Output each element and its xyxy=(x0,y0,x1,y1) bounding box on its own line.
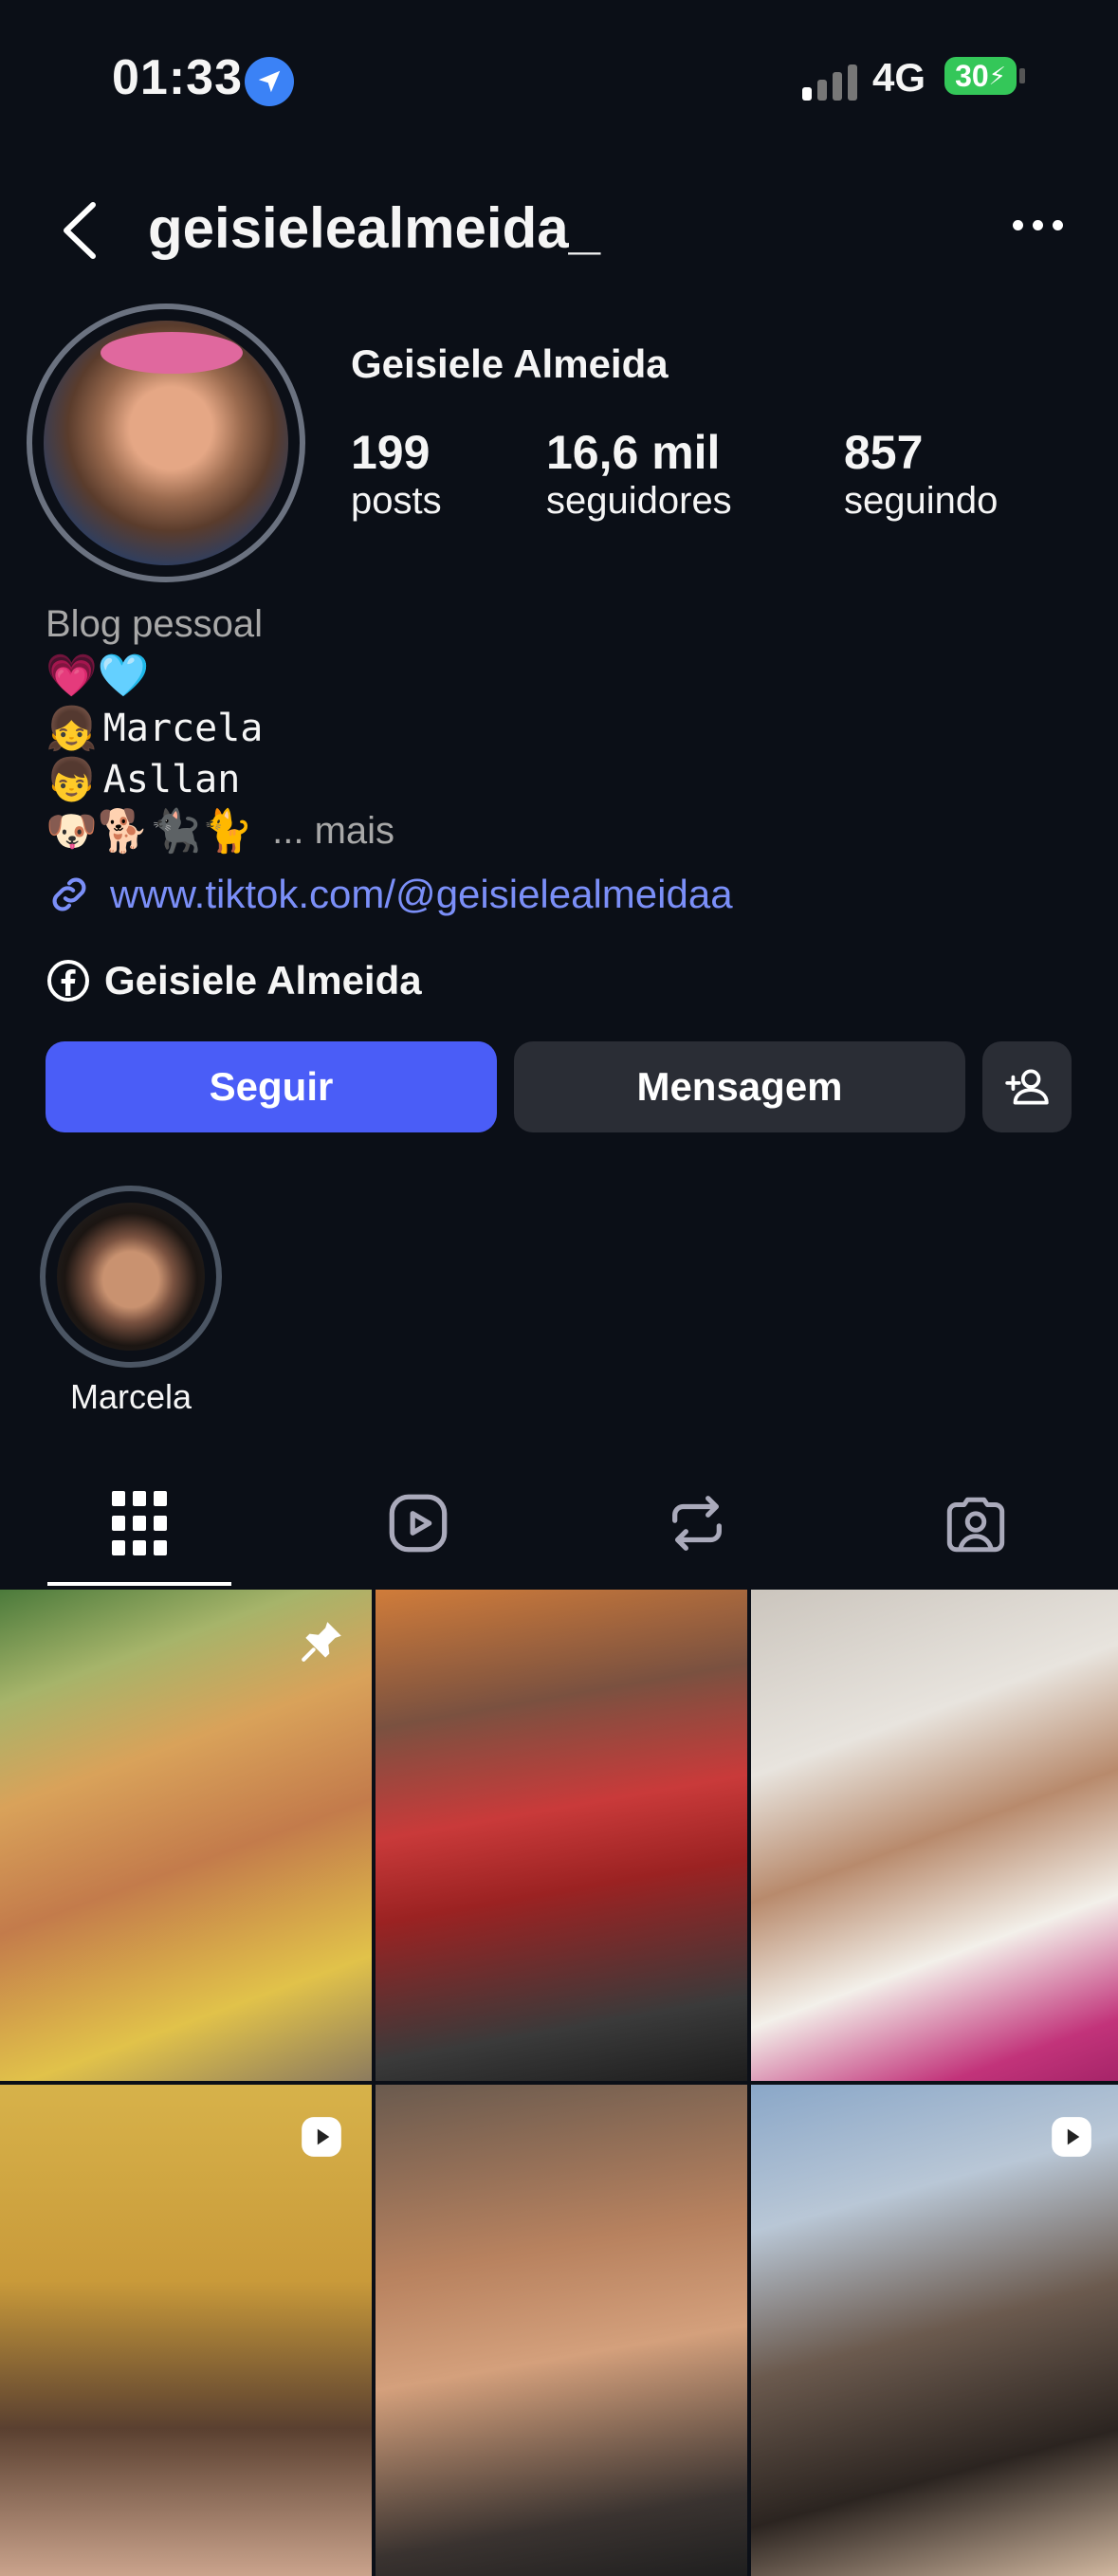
back-icon[interactable] xyxy=(55,197,104,264)
location-arrow-icon xyxy=(245,57,294,106)
tab-reels[interactable] xyxy=(385,1485,451,1561)
repost-icon xyxy=(672,1496,722,1551)
stat-posts-label: posts xyxy=(351,480,442,522)
pets-emoji: 🐶🐕🐈‍⬛🐈 xyxy=(46,807,254,856)
bio-marcela-text: Marcela xyxy=(102,707,264,750)
profile-full-name: Geisiele Almeida xyxy=(351,341,669,386)
stat-following-label: seguindo xyxy=(844,480,999,522)
stat-posts-value: 199 xyxy=(351,426,431,479)
bio-line-pets: 🐶🐕🐈‍⬛🐈 ... mais xyxy=(46,806,394,856)
post-thumbnail[interactable] xyxy=(751,1590,1118,2081)
reels-icon xyxy=(389,1494,448,1553)
posts-grid xyxy=(0,1590,1118,2576)
add-person-icon xyxy=(1005,1069,1049,1105)
reel-badge-icon xyxy=(1052,2117,1091,2157)
stat-posts[interactable]: 199 posts xyxy=(351,425,442,523)
battery-icon: 30 ⚡ xyxy=(944,57,1017,95)
stat-followers-label: seguidores xyxy=(546,480,732,522)
post-thumbnail[interactable] xyxy=(376,2085,747,2576)
bio-line-asllan: 👦 Asllan xyxy=(46,755,240,804)
tab-posts-grid[interactable] xyxy=(106,1485,173,1561)
bio-line-hearts: 💗🩵 xyxy=(46,651,150,700)
link-icon xyxy=(52,877,86,911)
post-thumbnail[interactable] xyxy=(751,2085,1118,2576)
post-thumbnail[interactable] xyxy=(0,2085,372,2576)
battery-level: 30 xyxy=(955,58,989,93)
cellular-signal-icon xyxy=(802,59,857,101)
bio-line-marcela: 👧 Marcela xyxy=(46,704,263,753)
highlight-cover-image xyxy=(57,1203,205,1351)
bio-asllan-text: Asllan xyxy=(102,758,241,801)
highlight-marcela[interactable] xyxy=(40,1186,222,1368)
profile-category: Blog pessoal xyxy=(46,603,264,645)
facebook-name: Geisiele Almeida xyxy=(104,958,422,1003)
reel-badge-icon xyxy=(302,2117,341,2157)
pin-icon xyxy=(302,1622,341,1662)
network-type: 4G xyxy=(872,55,926,100)
post-thumbnail[interactable] xyxy=(376,1590,747,2081)
post-thumbnail[interactable] xyxy=(0,1590,372,2081)
profile-link-text: www.tiktok.com/@geisielealmeidaa xyxy=(110,872,733,916)
follow-button[interactable]: Seguir xyxy=(46,1041,497,1132)
grid-icon xyxy=(112,1491,167,1555)
tagged-person-icon xyxy=(946,1497,1005,1553)
facebook-icon xyxy=(47,960,89,1002)
stat-following[interactable]: 857 seguindo xyxy=(844,425,998,523)
status-time: 01:33 xyxy=(112,50,243,105)
battery-tip xyxy=(1019,68,1025,83)
tab-tagged[interactable] xyxy=(943,1485,1009,1561)
suggest-people-button[interactable] xyxy=(982,1041,1072,1132)
active-tab-indicator xyxy=(47,1582,231,1586)
stat-followers[interactable]: 16,6 mil seguidores xyxy=(546,425,732,523)
facebook-profile-link[interactable]: Geisiele Almeida xyxy=(46,958,422,1003)
boy-emoji: 👦 xyxy=(46,756,98,804)
avatar-image xyxy=(44,321,288,565)
highlight-label: Marcela xyxy=(69,1377,192,1416)
profile-username: geisielealmeida_ xyxy=(148,196,600,260)
tab-reposts[interactable] xyxy=(664,1485,730,1561)
more-options-icon[interactable] xyxy=(1013,220,1063,230)
bio-hearts-emoji: 💗🩵 xyxy=(46,652,150,700)
bio-more-link[interactable]: ... mais xyxy=(272,810,394,853)
profile-avatar[interactable] xyxy=(27,304,305,582)
girl-emoji: 👧 xyxy=(46,705,98,753)
stat-following-value: 857 xyxy=(844,426,924,479)
message-button[interactable]: Mensagem xyxy=(514,1041,965,1132)
stat-followers-value: 16,6 mil xyxy=(546,426,721,479)
profile-link[interactable]: www.tiktok.com/@geisielealmeidaa xyxy=(46,871,733,918)
